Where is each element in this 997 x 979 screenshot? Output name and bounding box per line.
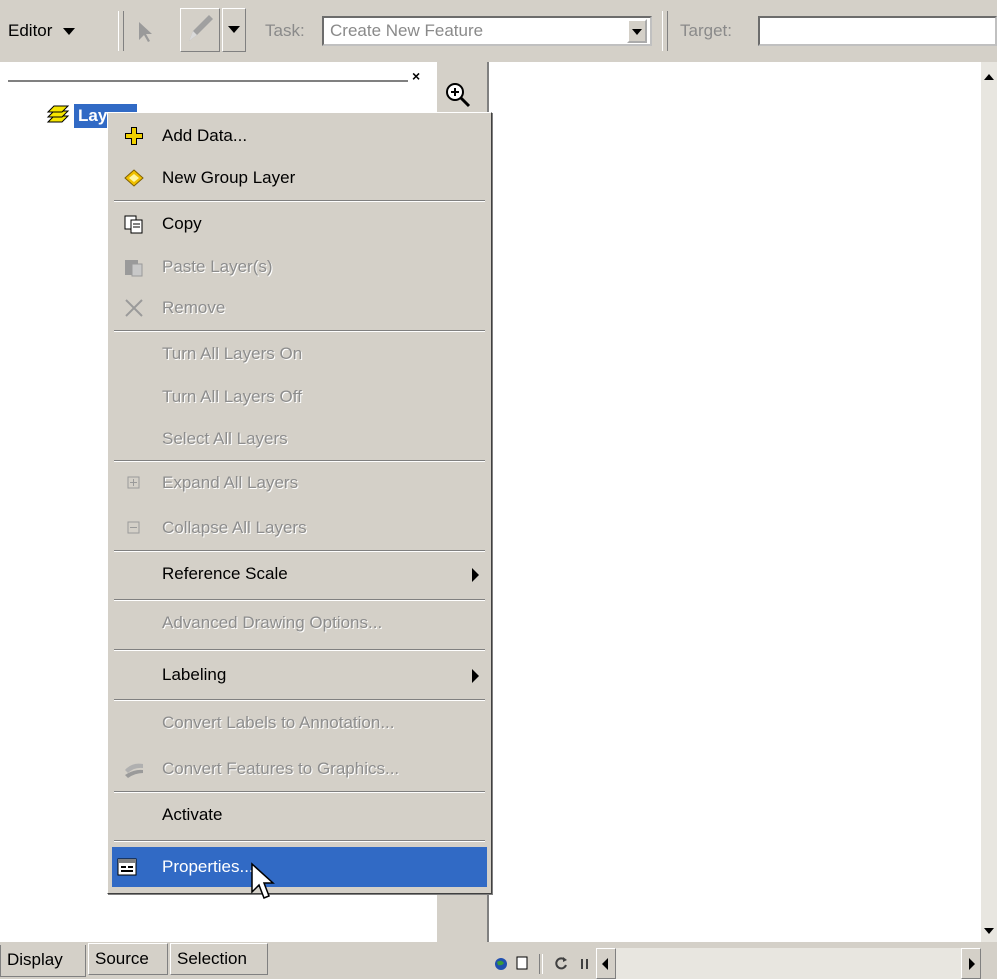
chevron-down-icon [63, 28, 76, 36]
menu-separator [114, 599, 485, 601]
menu-item-label: Reference Scale [162, 564, 288, 583]
menu-item-label: Remove [162, 298, 226, 317]
close-panel-button[interactable]: × [412, 66, 430, 84]
menu-separator [114, 330, 485, 332]
task-dropdown-button[interactable] [627, 19, 647, 43]
menu-item-collapse-all-layers[interactable]: Collapse All Layers [112, 508, 487, 548]
task-label: Task: [265, 21, 305, 40]
menu-separator [114, 550, 485, 552]
layers-stack-icon [44, 104, 70, 128]
toolbar-separator [539, 954, 543, 974]
edit-tool-icon[interactable] [130, 14, 160, 48]
layers-context-menu: Add Data... New Group Layer Copy Paste L… [107, 112, 492, 894]
sketch-tool-icon[interactable] [180, 8, 220, 52]
menu-item-label: Labeling [162, 665, 227, 684]
layout-view-icon[interactable] [514, 954, 530, 972]
task-value: Create New Feature [330, 21, 484, 40]
menu-item-label: Copy [162, 214, 202, 233]
menu-item-copy[interactable]: Copy [112, 204, 487, 244]
editor-label: Editor [8, 21, 53, 40]
menu-item-label: Turn All Layers Off [162, 387, 302, 406]
menu-item-convert-labels-to-annotation[interactable]: Convert Labels to Annotation... [112, 703, 487, 743]
menu-item-reference-scale[interactable]: Reference Scale [112, 554, 487, 594]
chevron-down-icon [228, 26, 240, 33]
menu-item-add-data[interactable]: Add Data... [112, 116, 487, 156]
group-layer-icon [122, 167, 146, 189]
target-dropdown[interactable] [758, 16, 997, 46]
menu-item-label: Convert Labels to Annotation... [162, 713, 395, 732]
copy-icon [122, 213, 146, 235]
panel-title-bar [8, 68, 408, 82]
scroll-left-button[interactable] [596, 948, 616, 979]
task-dropdown[interactable]: Create New Feature [322, 16, 652, 46]
sketch-tool-dropdown[interactable] [222, 8, 246, 52]
menu-item-turn-all-layers-on[interactable]: Turn All Layers On [112, 334, 487, 374]
menu-separator [114, 460, 485, 462]
scroll-down-icon[interactable] [984, 928, 994, 934]
menu-separator [114, 791, 485, 793]
menu-item-expand-all-layers[interactable]: Expand All Layers [112, 463, 487, 503]
menu-item-label: Expand All Layers [162, 473, 299, 492]
scroll-right-icon [969, 958, 975, 970]
menu-item-convert-features-to-graphics[interactable]: Convert Features to Graphics... [112, 749, 487, 789]
expand-icon [122, 472, 146, 494]
target-label: Target: [680, 21, 732, 40]
collapse-icon [122, 517, 146, 539]
menu-separator [114, 699, 485, 701]
menu-item-label: Collapse All Layers [162, 518, 307, 537]
tab-display[interactable]: Display [0, 945, 86, 977]
map-horizontal-scrollbar[interactable] [596, 948, 981, 979]
menu-item-label: Activate [162, 805, 223, 824]
menu-item-turn-all-layers-off[interactable]: Turn All Layers Off [112, 377, 487, 417]
editor-menu-button[interactable]: Editor [8, 14, 76, 48]
zoom-in-icon[interactable] [443, 80, 473, 110]
tab-selection-label: Selection [177, 949, 247, 968]
tab-source[interactable]: Source [88, 943, 168, 975]
menu-item-label: Add Data... [162, 126, 248, 145]
map-vertical-scrollbar[interactable] [981, 62, 997, 947]
toolbar-separator [662, 11, 668, 51]
remove-icon [122, 297, 146, 319]
close-icon: × [412, 68, 421, 84]
chevron-down-icon [632, 29, 642, 35]
menu-item-label: Select All Layers [162, 429, 288, 448]
scroll-up-icon[interactable] [984, 74, 994, 80]
menu-item-label: Advanced Drawing Options... [162, 613, 383, 632]
tab-selection[interactable]: Selection [170, 943, 268, 975]
data-view-icon[interactable] [492, 955, 510, 973]
properties-icon [116, 856, 140, 878]
mouse-pointer-icon [250, 862, 276, 902]
menu-item-advanced-drawing-options[interactable]: Advanced Drawing Options... [112, 603, 487, 643]
menu-item-label: New Group Layer [162, 168, 296, 187]
convert-graphics-icon [122, 758, 146, 780]
submenu-arrow-icon [472, 568, 479, 582]
menu-item-new-group-layer[interactable]: New Group Layer [112, 158, 487, 198]
menu-separator [114, 200, 485, 202]
menu-item-remove[interactable]: Remove [112, 288, 487, 328]
scroll-left-icon [602, 958, 608, 970]
paste-icon [122, 256, 146, 278]
menu-item-label: Properties... [162, 857, 254, 876]
menu-item-activate[interactable]: Activate [112, 795, 487, 835]
menu-item-select-all-layers[interactable]: Select All Layers [112, 419, 487, 459]
menu-separator [114, 840, 485, 842]
menu-item-label: Paste Layer(s) [162, 257, 273, 276]
refresh-icon[interactable] [552, 954, 570, 972]
menu-item-label: Convert Features to Graphics... [162, 759, 400, 778]
menu-item-labeling[interactable]: Labeling [112, 655, 487, 695]
toolbar-separator [118, 11, 124, 51]
menu-separator [114, 649, 485, 651]
menu-item-paste-layers[interactable]: Paste Layer(s) [112, 247, 487, 287]
tab-display-label: Display [7, 950, 63, 969]
submenu-arrow-icon [472, 669, 479, 683]
menu-item-label: Turn All Layers On [162, 344, 303, 363]
map-view[interactable] [487, 62, 983, 947]
scroll-right-button[interactable] [961, 948, 981, 979]
editor-toolbar: Editor Task: Create New Feature Target: [0, 0, 997, 63]
tab-source-label: Source [95, 949, 149, 968]
menu-item-properties[interactable]: Properties... [112, 847, 487, 887]
add-data-icon [122, 125, 146, 147]
pause-icon[interactable] [578, 955, 592, 973]
